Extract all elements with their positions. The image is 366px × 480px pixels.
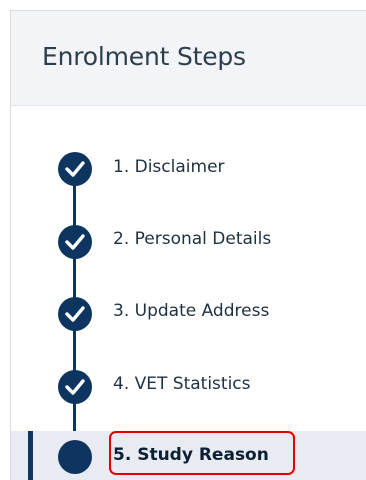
panel-header: Enrolment Steps bbox=[11, 11, 366, 106]
step-vet-statistics[interactable]: 4. VET Statistics bbox=[11, 363, 366, 411]
step-label: 4. VET Statistics bbox=[113, 374, 251, 394]
check-icon bbox=[58, 370, 92, 404]
enrolment-steps-panel: Enrolment Steps 1. Disclaimer 2. Persona… bbox=[10, 10, 366, 480]
highlight-annotation bbox=[109, 431, 295, 475]
step-update-address[interactable]: 3. Update Address bbox=[11, 289, 366, 337]
step-label: 2. Personal Details bbox=[113, 229, 272, 249]
active-step-indicator bbox=[28, 431, 33, 480]
panel-title: Enrolment Steps bbox=[42, 42, 246, 71]
step-disclaimer[interactable]: 1. Disclaimer bbox=[11, 145, 366, 193]
step-label: 3. Update Address bbox=[113, 301, 270, 321]
current-step-dot-icon bbox=[58, 440, 92, 474]
check-icon bbox=[58, 297, 92, 331]
check-icon bbox=[58, 152, 92, 186]
step-personal-details[interactable]: 2. Personal Details bbox=[11, 217, 366, 265]
step-label: 1. Disclaimer bbox=[113, 157, 225, 177]
check-icon bbox=[58, 225, 92, 259]
